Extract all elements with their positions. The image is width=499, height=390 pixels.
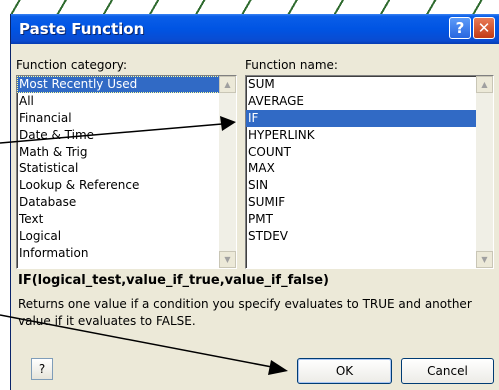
category-list-item[interactable]: Lookup & Reference	[17, 177, 236, 194]
function-scrollbar[interactable]: ▲ ▼	[476, 76, 493, 268]
ok-button[interactable]: OK	[297, 358, 392, 384]
category-list-item[interactable]: Text	[17, 211, 236, 228]
function-list-item[interactable]: HYPERLINK	[246, 127, 493, 144]
scroll-up-arrow-icon[interactable]: ▲	[476, 76, 493, 93]
function-name-label: Function name:	[245, 58, 338, 72]
help-question-icon[interactable]: ?	[31, 358, 53, 380]
function-name-list[interactable]: SUM AVERAGE IF HYPERLINK COUNT MAX SIN SUMIF PMT…	[245, 75, 494, 269]
category-list-item[interactable]: Statistical	[17, 160, 236, 177]
scroll-down-arrow-icon[interactable]: ▼	[219, 251, 236, 268]
category-list-item[interactable]: Math & Trig	[17, 144, 236, 161]
background-spreadsheet-stripes	[0, 0, 499, 14]
function-list-item[interactable]: STDEV	[246, 228, 493, 245]
scroll-up-arrow-icon[interactable]: ▲	[219, 76, 236, 93]
function-syntax: IF(logical_test,value_if_true,value_if_f…	[18, 273, 329, 288]
dialog-title: Paste Function	[19, 20, 145, 38]
function-list-item[interactable]: SUM	[246, 76, 493, 93]
help-question-icon[interactable]: ?	[449, 17, 471, 39]
title-bar[interactable]: Paste Function ? ✕	[11, 14, 499, 44]
function-category-list[interactable]: Most Recently Used All Financial Date & Tim…	[16, 75, 237, 269]
function-list-item[interactable]: SUMIF	[246, 194, 493, 211]
category-list-item[interactable]: Most Recently Used	[17, 76, 236, 93]
function-list-item[interactable]: SIN	[246, 177, 493, 194]
function-list-item[interactable]: COUNT	[246, 144, 493, 161]
category-list-item[interactable]: Logical	[17, 228, 236, 245]
scroll-down-arrow-icon[interactable]: ▼	[476, 251, 493, 268]
category-list-item[interactable]: All	[17, 93, 236, 110]
category-list-item[interactable]: Information	[17, 245, 236, 262]
paste-function-dialog: Paste Function ? ✕ Function category: Mo…	[10, 14, 499, 390]
function-category-label: Function category:	[16, 58, 128, 72]
category-scrollbar[interactable]: ▲ ▼	[219, 76, 236, 268]
function-items: SUM AVERAGE IF HYPERLINK COUNT MAX SIN SUMIF PMT…	[246, 76, 493, 245]
function-description: Returns one value if a condition you spe…	[18, 297, 472, 328]
help-glyph: ?	[38, 362, 46, 376]
category-items: Most Recently Used All Financial Date & Tim…	[17, 76, 236, 262]
function-list-item[interactable]: IF	[246, 109, 493, 127]
function-list-item[interactable]: AVERAGE	[246, 93, 493, 110]
close-x-icon[interactable]: ✕	[473, 17, 495, 39]
cancel-button[interactable]: Cancel	[401, 358, 494, 384]
function-list-item[interactable]: MAX	[246, 160, 493, 177]
category-list-item[interactable]: Database	[17, 194, 236, 211]
function-list-item[interactable]: PMT	[246, 211, 493, 228]
category-list-item[interactable]: Financial	[17, 110, 236, 127]
category-list-item[interactable]: Date & Time	[17, 127, 236, 144]
